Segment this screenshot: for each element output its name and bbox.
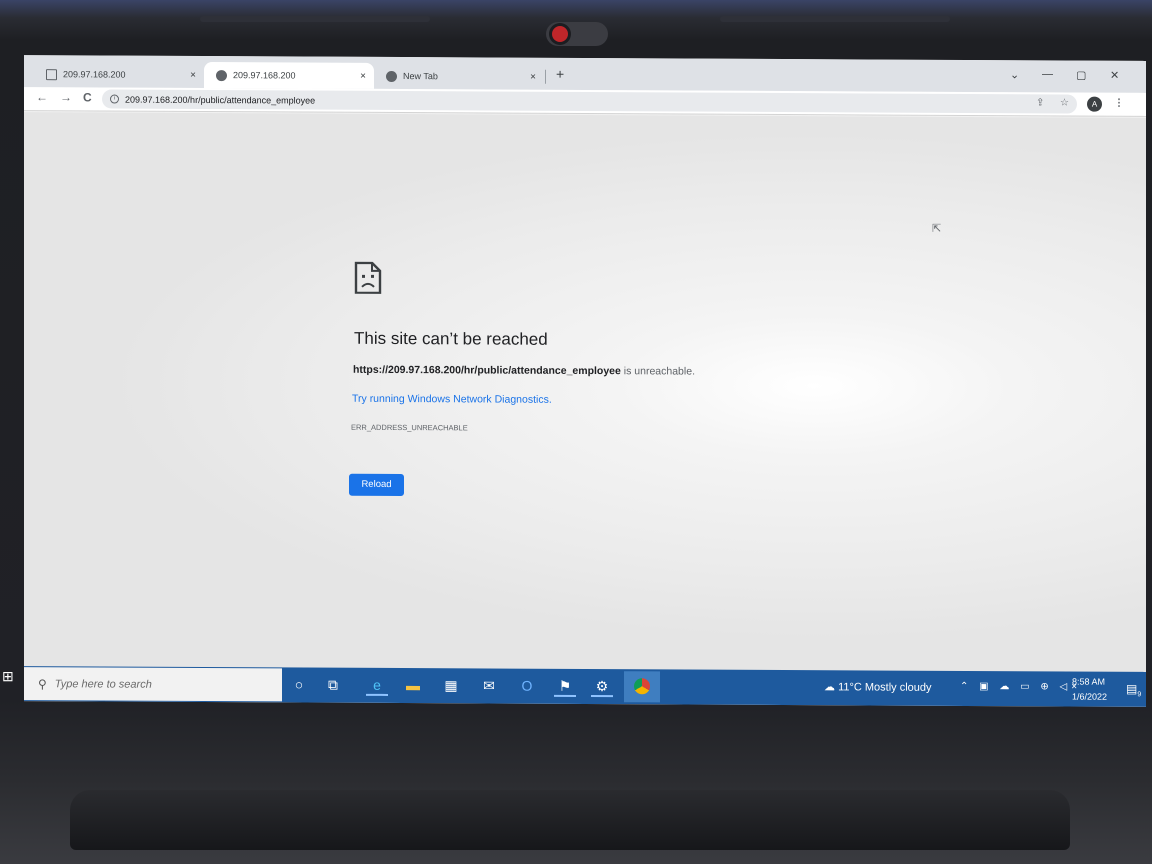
cloud-icon: ☁ bbox=[824, 681, 839, 694]
outlook-icon[interactable]: O bbox=[516, 675, 538, 697]
tab-2[interactable]: 209.97.168.200 × bbox=[204, 62, 374, 89]
tab-title: 209.97.168.200 bbox=[233, 70, 296, 81]
search-icon: ⚲ bbox=[38, 676, 47, 691]
clock-time[interactable]: 8:58 AM bbox=[1072, 677, 1105, 687]
clock-date[interactable]: 1/6/2022 bbox=[1072, 692, 1107, 702]
bezel-detail bbox=[200, 16, 430, 22]
tab-title: 209.97.168.200 bbox=[63, 69, 126, 80]
reload-icon[interactable]: C bbox=[83, 90, 92, 104]
globe-icon bbox=[386, 70, 397, 82]
new-tab-button[interactable]: + bbox=[556, 66, 564, 82]
menu-kebab-icon[interactable]: ⋮ bbox=[1114, 98, 1124, 109]
mail-icon[interactable]: ✉ bbox=[478, 674, 500, 696]
tab-1[interactable]: 209.97.168.200 × bbox=[34, 61, 204, 88]
tab-title: New Tab bbox=[403, 71, 438, 82]
settings-gear-icon[interactable]: ⚙ bbox=[591, 675, 613, 698]
unreachable-url: https://209.97.168.200/hr/public/attenda… bbox=[353, 363, 621, 378]
taskbar-search-box[interactable]: ⚲ Type here to search bbox=[24, 667, 282, 702]
close-tab-icon[interactable]: × bbox=[530, 71, 536, 82]
unreachable-suffix: is unreachable. bbox=[620, 365, 695, 378]
error-description: https://209.97.168.200/hr/public/attenda… bbox=[353, 364, 695, 378]
notification-count: 9 bbox=[1137, 691, 1142, 699]
notification-center-icon[interactable]: ▤9 bbox=[1126, 682, 1141, 698]
mouse-cursor-icon: ⇱ bbox=[932, 222, 942, 235]
forward-button[interactable]: → bbox=[60, 90, 72, 104]
laptop-screen: 209.97.168.200 × 209.97.168.200 × New Ta… bbox=[24, 55, 1146, 707]
network-diagnostics-link[interactable]: Try running Windows Network Diagnostics. bbox=[352, 393, 552, 406]
laptop-hinge bbox=[70, 790, 1070, 850]
chrome-icon[interactable] bbox=[624, 671, 660, 703]
close-window-button[interactable]: ✕ bbox=[1110, 69, 1119, 82]
bookmark-star-icon[interactable]: ☆ bbox=[1060, 97, 1069, 108]
back-button[interactable]: ← bbox=[36, 90, 48, 104]
file-explorer-icon[interactable]: ▬ bbox=[402, 674, 424, 696]
address-url[interactable]: 209.97.168.200/hr/public/attendance_empl… bbox=[125, 94, 315, 105]
error-title: This site can’t be reached bbox=[354, 328, 548, 349]
windows-taskbar: ⚲ Type here to search ○ ⧉ e ▬ ▦ ✉ O ⚑ ⚙ … bbox=[24, 666, 1146, 707]
reload-button[interactable]: Reload bbox=[349, 473, 404, 497]
close-tab-icon[interactable]: × bbox=[360, 70, 366, 81]
cortana-icon[interactable]: ○ bbox=[288, 673, 310, 695]
bezel-detail bbox=[720, 16, 950, 22]
page-content: This site can’t be reached https://209.9… bbox=[24, 112, 1146, 673]
maximize-button[interactable]: ▢ bbox=[1076, 69, 1086, 82]
page-icon bbox=[46, 68, 57, 80]
error-code: ERR_ADDRESS_UNREACHABLE bbox=[351, 422, 468, 433]
store-icon[interactable]: ▦ bbox=[440, 674, 462, 696]
weather-text[interactable]: 11°C Mostly cloudy bbox=[838, 681, 931, 693]
share-icon[interactable]: ⇪ bbox=[1036, 97, 1044, 108]
minimize-button[interactable]: — bbox=[1042, 68, 1053, 80]
weather-widget[interactable]: ☁ 11°C Mostly cloudy bbox=[824, 680, 932, 694]
windows-start-icon[interactable]: ⊞ bbox=[2, 668, 24, 684]
address-bar[interactable]: i 209.97.168.200/hr/public/attendance_em… bbox=[102, 89, 1077, 114]
tab-3[interactable]: New Tab × bbox=[374, 63, 544, 90]
close-tab-icon[interactable]: × bbox=[190, 69, 196, 80]
system-tray-icons[interactable]: ⌃ ▣ ☁ ▭ ⊕ ◁× bbox=[960, 681, 1081, 693]
task-view-icon[interactable]: ⧉ bbox=[322, 674, 344, 696]
globe-icon bbox=[216, 69, 227, 81]
search-placeholder[interactable]: Type here to search bbox=[55, 678, 152, 691]
teams-icon[interactable]: ⚑ bbox=[554, 674, 576, 697]
tab-separator bbox=[545, 69, 546, 84]
edge-icon[interactable]: e bbox=[366, 673, 388, 696]
webcam-lens bbox=[552, 26, 568, 42]
site-info-icon[interactable]: i bbox=[110, 94, 119, 104]
tab-search-icon[interactable]: ⌄ bbox=[1010, 68, 1019, 81]
profile-avatar[interactable]: A bbox=[1087, 96, 1102, 112]
sad-page-icon bbox=[354, 261, 382, 294]
